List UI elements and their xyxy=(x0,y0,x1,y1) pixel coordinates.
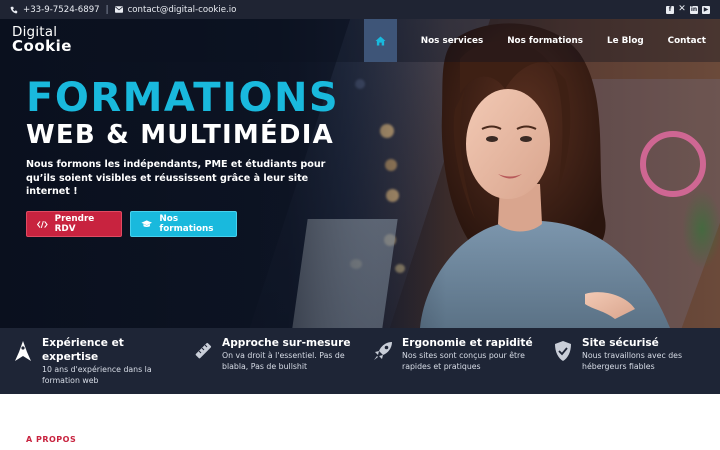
feature-item: Site sécurisé Nous travaillons avec des … xyxy=(540,328,720,394)
nav-item-formations[interactable]: Nos formations xyxy=(507,36,583,46)
code-icon xyxy=(37,220,48,228)
book-appointment-label: Prendre RDV xyxy=(54,214,95,234)
x-icon[interactable]: ✕ xyxy=(678,5,686,14)
main-navigation: Digital Cookie Nos services Nos formatio… xyxy=(0,19,720,62)
feature-item: Expérience et expertise 10 ans d'expérie… xyxy=(0,328,180,394)
feature-title: Expérience et expertise xyxy=(42,337,124,363)
ruler-icon xyxy=(195,342,212,359)
feature-description: Nos sites sont conçus pour être rapides … xyxy=(402,351,525,372)
graduation-cap-icon xyxy=(141,220,153,227)
hero-title-line2: WEB & MULTIMÉDIA xyxy=(26,120,334,150)
home-icon xyxy=(375,35,386,46)
linkedin-icon[interactable]: in xyxy=(690,5,698,14)
logo-line2: Cookie xyxy=(12,36,72,55)
rocket-launch-icon xyxy=(15,341,31,361)
facebook-icon[interactable]: f xyxy=(666,5,674,14)
feature-description: 10 ans d'expérience dans la formation we… xyxy=(42,365,152,386)
envelope-icon xyxy=(114,6,123,13)
phone-contact[interactable]: +33-9-7524-6897 xyxy=(10,5,100,15)
nav-item-services[interactable]: Nos services xyxy=(421,36,483,46)
our-trainings-label: Nos formations xyxy=(159,214,214,234)
feature-title: Approche sur-mesure xyxy=(222,337,351,349)
separator: | xyxy=(105,4,109,15)
book-appointment-button[interactable]: Prendre RDV xyxy=(26,211,122,237)
about-section-label: A PROPOS xyxy=(26,435,77,444)
our-trainings-button[interactable]: Nos formations xyxy=(130,211,237,237)
site-logo[interactable]: Digital Cookie xyxy=(12,25,72,55)
feature-title: Site sécurisé xyxy=(582,337,659,349)
phone-icon xyxy=(10,6,18,13)
feature-description: On va droit à l'essentiel. Pas de blabla… xyxy=(222,351,345,372)
hero-title-line1: FORMATIONS xyxy=(26,75,340,121)
nav-menu: Nos services Nos formations Le Blog Cont… xyxy=(363,19,706,62)
features-strip: Expérience et expertise 10 ans d'expérie… xyxy=(0,328,720,394)
nav-home-button[interactable] xyxy=(363,19,397,62)
feature-title: Ergonomie et rapidité xyxy=(402,337,533,349)
social-links: f ✕ in ▶ xyxy=(666,5,710,14)
youtube-icon[interactable]: ▶ xyxy=(702,5,710,14)
email-address[interactable]: contact@digital-cookie.io xyxy=(128,5,237,15)
rocket-icon xyxy=(374,342,392,360)
feature-description: Nous travaillons avec des hébergeurs fia… xyxy=(582,351,683,372)
nav-item-contact[interactable]: Contact xyxy=(668,36,706,46)
nav-item-blog[interactable]: Le Blog xyxy=(607,36,644,46)
shield-check-icon xyxy=(555,341,571,361)
email-contact[interactable]: contact@digital-cookie.io xyxy=(114,5,237,15)
feature-item: Approche sur-mesure On va droit à l'esse… xyxy=(180,328,360,394)
top-bar: +33-9-7524-6897 | contact@digital-cookie… xyxy=(0,0,720,19)
hero-lead-text: Nous formons les indépendants, PME et ét… xyxy=(26,159,326,198)
phone-number[interactable]: +33-9-7524-6897 xyxy=(23,5,100,15)
feature-item: Ergonomie et rapidité Nos sites sont con… xyxy=(360,328,540,394)
